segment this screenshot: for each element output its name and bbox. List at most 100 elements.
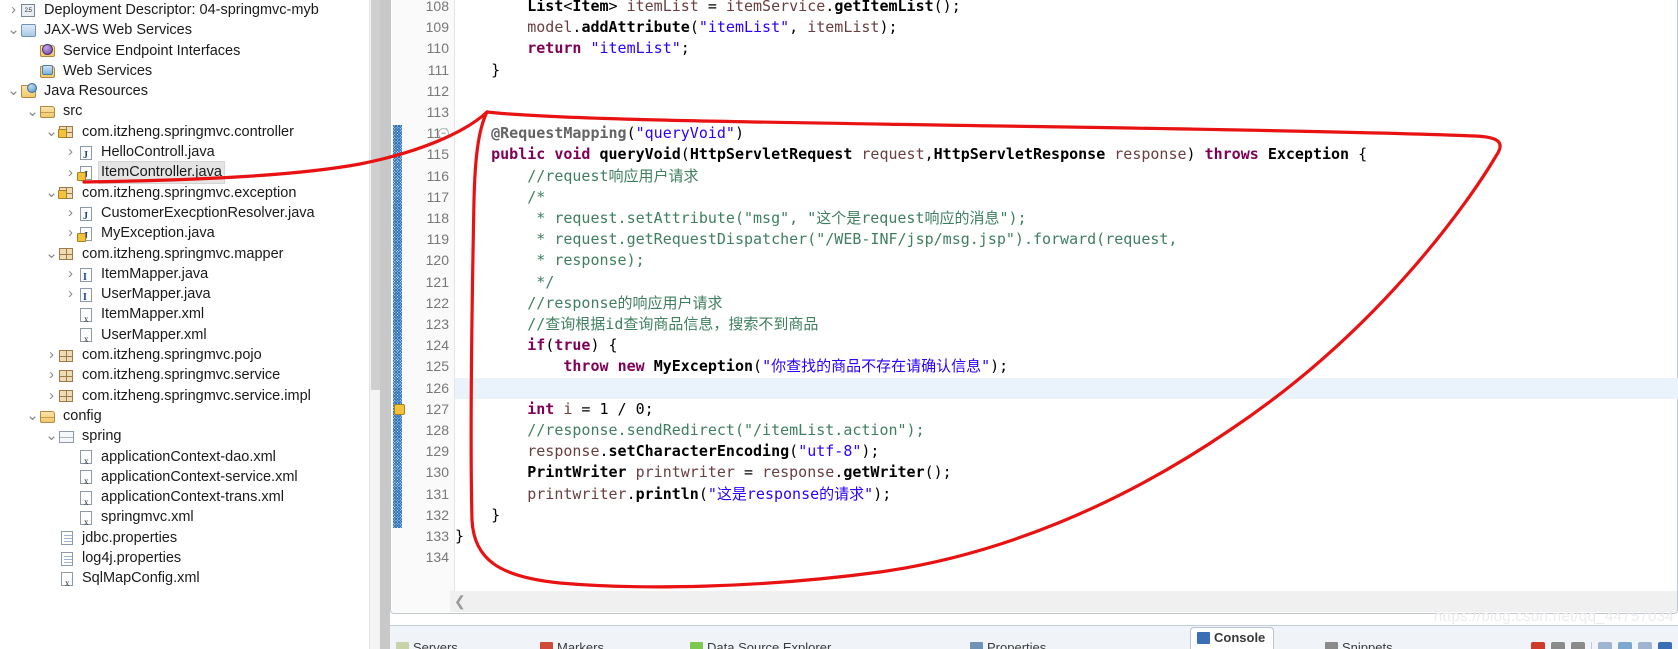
chevron-down-icon[interactable]: ⌄ (44, 124, 59, 139)
tab-snippets[interactable]: Snippets (1325, 640, 1393, 649)
tab-properties[interactable]: Properties (970, 640, 1046, 649)
chevron-down-icon[interactable]: ⌄ (6, 22, 21, 37)
chevron-down-icon[interactable]: ⌄ (44, 246, 59, 261)
code-line[interactable]: return "itemList"; (455, 38, 690, 59)
java-editor-frame[interactable]: 108109110111112113114−115116117118119120… (390, 0, 1678, 614)
tree-item-com-itzheng-springmvc-service-impl[interactable]: › com.itzheng.springmvc.service.impl (0, 386, 380, 406)
code-line[interactable]: @RequestMapping("queryVoid") (455, 123, 744, 144)
chevron-down-icon[interactable]: ⌄ (25, 104, 40, 119)
tree-item-com-itzheng-springmvc-mapper[interactable]: ⌄ com.itzheng.springmvc.mapper (0, 244, 380, 264)
tab-markers[interactable]: Markers (540, 640, 604, 649)
cut-icon[interactable] (1571, 642, 1585, 649)
tree-item-applicationcontext-dao-xml[interactable]: applicationContext-dao.xml (0, 447, 380, 471)
chevron-down-icon[interactable]: ⌄ (6, 83, 21, 98)
tree-item-itemmapper-java[interactable]: › ItemMapper.java (0, 264, 380, 288)
code-line[interactable]: //response.sendRedirect("/itemList.actio… (455, 420, 924, 441)
tree-item-jax-ws-web-services[interactable]: ⌄ JAX-WS Web Services (0, 20, 380, 40)
chevron-right-icon[interactable]: › (63, 203, 78, 223)
code-line[interactable]: List<Item> itemList = itemService.getIte… (455, 0, 961, 17)
tree-item-java-resources[interactable]: ⌄ Java Resources (0, 81, 380, 101)
explorer-vertical-scrollbar[interactable] (369, 0, 380, 649)
package-explorer-tree[interactable]: › Deployment Descriptor: 04-springmvc-myb… (0, 0, 380, 593)
code-line[interactable]: /* (455, 187, 545, 208)
tab-data-source-explorer[interactable]: Data Source Explorer (690, 640, 831, 649)
code-line[interactable]: //response的响应用户请求 (455, 293, 722, 314)
pin-icon[interactable] (1551, 642, 1565, 649)
code-line[interactable]: int i = 1 / 0; (455, 399, 653, 420)
tree-item-itemcontroller-java[interactable]: › ItemController.java (0, 162, 380, 186)
view-tab-bar[interactable]: Servers Markers Data Source Explorer Proper… (390, 625, 1678, 649)
chevron-down-icon[interactable]: ⌄ (25, 408, 40, 423)
tree-item-jdbc-properties[interactable]: jdbc.properties (0, 528, 380, 548)
tree-item-hellocontroll-java[interactable]: › HelloControll.java (0, 142, 380, 166)
chevron-right-icon[interactable]: › (63, 223, 78, 243)
editor-gutter[interactable]: 108109110111112113114−115116117118119120… (392, 0, 455, 612)
console-icon (1197, 631, 1210, 644)
tree-item-deployment-descriptor-04-springmvc-myb[interactable]: › Deployment Descriptor: 04-springmvc-myb (0, 0, 380, 20)
tree-item-com-itzheng-springmvc-controller[interactable]: ⌄ com.itzheng.springmvc.controller (0, 122, 380, 142)
tree-item-config[interactable]: ⌄ config (0, 406, 380, 426)
line-number: 113 (426, 104, 449, 120)
code-line[interactable]: } (455, 505, 500, 526)
code-line[interactable]: response.setCharacterEncoding("utf-8"); (455, 441, 879, 462)
chevron-right-icon[interactable]: › (63, 163, 78, 183)
code-line[interactable]: } (455, 60, 500, 81)
code-line[interactable]: //request响应用户请求 (455, 166, 698, 187)
code-line[interactable]: * request.getRequestDispatcher("/WEB-INF… (455, 229, 1177, 250)
terminate-icon[interactable] (1531, 642, 1545, 649)
chevron-right-icon[interactable]: › (6, 0, 21, 20)
chevron-right-icon[interactable]: › (63, 142, 78, 162)
chevron-right-icon[interactable]: › (44, 345, 59, 365)
tab-label: Console (1214, 630, 1266, 645)
panel-sash-divider[interactable] (380, 0, 390, 649)
code-line[interactable]: printwriter.println("这是response的请求"); (455, 484, 891, 505)
tree-item-customerexecptionresolver-java[interactable]: › CustomerExecptionResolver.java (0, 203, 380, 227)
open-console-icon[interactable] (1658, 642, 1672, 649)
explorer-scrollbar-thumb[interactable] (371, 0, 380, 390)
tree-item-com-itzheng-springmvc-exception[interactable]: ⌄ com.itzheng.springmvc.exception (0, 183, 380, 203)
chevron-right-icon[interactable]: › (63, 284, 78, 304)
tree-item-com-itzheng-springmvc-pojo[interactable]: › com.itzheng.springmvc.pojo (0, 345, 380, 365)
scroll-left-arrow-icon[interactable]: ❮ (454, 593, 466, 610)
tab-console[interactable]: Console (1190, 627, 1275, 649)
code-line[interactable]: //查询根据id查询商品信息，搜索不到商品 (455, 314, 818, 335)
code-line[interactable]: PrintWriter printwriter = response.getWr… (455, 462, 951, 483)
tree-item-applicationcontext-service-xml[interactable]: applicationContext-service.xml (0, 467, 380, 492)
tree-item-usermapper-java[interactable]: › UserMapper.java (0, 284, 380, 308)
tab-servers[interactable]: Servers (396, 640, 458, 649)
tree-item-spring[interactable]: ⌄ spring (0, 426, 380, 446)
tree-item-myexception-java[interactable]: › MyException.java (0, 223, 380, 247)
code-line[interactable]: } (455, 526, 464, 547)
tree-item-com-itzheng-springmvc-service[interactable]: › com.itzheng.springmvc.service (0, 365, 380, 385)
chevron-right-icon[interactable]: › (44, 365, 59, 385)
code-line[interactable]: throw new MyException("你查找的商品不存在请确认信息"); (455, 356, 1008, 377)
display-icon[interactable] (1618, 642, 1632, 649)
chevron-down-icon[interactable]: ⌄ (44, 428, 59, 443)
view-toolbar-actions[interactable] (1531, 642, 1672, 649)
chevron-right-icon[interactable]: › (44, 386, 59, 406)
code-line[interactable]: model.addAttribute("itemList", itemList)… (455, 17, 897, 38)
code-line[interactable]: if(true) { (455, 335, 617, 356)
copy-icon[interactable] (1598, 642, 1612, 649)
tree-item-itemmapper-xml[interactable]: ItemMapper.xml (0, 304, 380, 329)
tree-item-label: Deployment Descriptor: 04-springmvc-myb (44, 2, 319, 18)
code-line[interactable]: * request.setAttribute("msg", "这个是reques… (455, 208, 1026, 229)
tree-item-src[interactable]: ⌄ src (0, 101, 380, 121)
code-line[interactable]: public void queryVoid(HttpServletRequest… (455, 144, 1367, 165)
chevron-down-icon[interactable]: ⌄ (44, 185, 59, 200)
line-number: 128 (425, 422, 449, 438)
tree-item-sqlmapconfig-xml[interactable]: SqlMapConfig.xml (0, 568, 380, 593)
scroll-lock-icon[interactable] (1638, 642, 1652, 649)
tree-item-service-endpoint-interfaces[interactable]: Service Endpoint Interfaces (0, 41, 380, 61)
package-explorer-panel[interactable]: › Deployment Descriptor: 04-springmvc-myb… (0, 0, 380, 649)
chevron-right-icon[interactable]: › (63, 264, 78, 284)
code-line[interactable]: */ (455, 272, 554, 293)
warning-marker-icon[interactable] (394, 403, 405, 415)
code-line[interactable]: * response); (455, 250, 644, 271)
tree-item-applicationcontext-trans-xml[interactable]: applicationContext-trans.xml (0, 487, 380, 512)
tree-item-web-services[interactable]: Web Services (0, 61, 380, 81)
tree-item-log4j-properties[interactable]: log4j.properties (0, 548, 380, 568)
tree-item-usermapper-xml[interactable]: UserMapper.xml (0, 325, 380, 350)
tree-item-springmvc-xml[interactable]: springmvc.xml (0, 507, 380, 532)
source-code-viewport[interactable]: List<Item> itemList = itemService.getIte… (455, 0, 1678, 612)
